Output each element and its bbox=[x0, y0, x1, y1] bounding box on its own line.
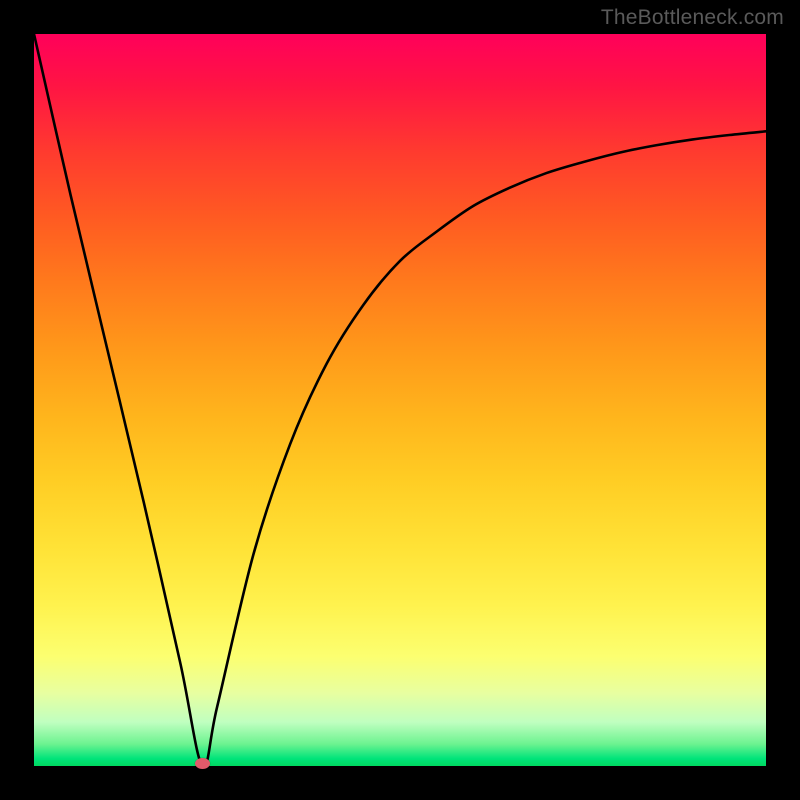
plot-area bbox=[34, 34, 766, 766]
plot-frame: TheBottleneck.com bbox=[0, 0, 800, 800]
bottleneck-curve bbox=[34, 34, 766, 766]
dip-marker bbox=[195, 758, 210, 769]
attribution-label: TheBottleneck.com bbox=[601, 6, 784, 30]
